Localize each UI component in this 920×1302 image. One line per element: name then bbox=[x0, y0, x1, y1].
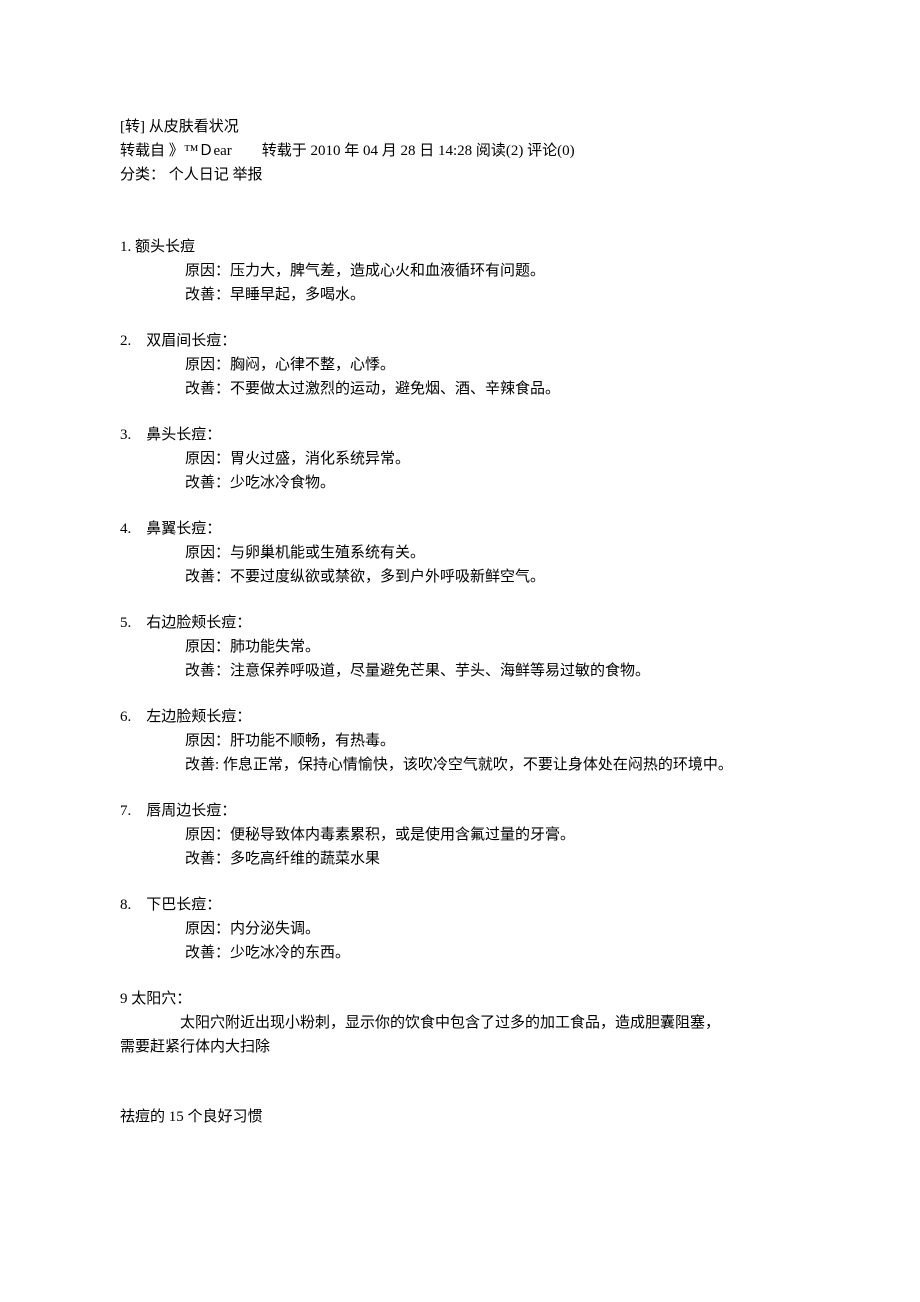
item-title: 2. 双眉间长痘： bbox=[120, 329, 800, 353]
item-title: 9 太阳穴： bbox=[120, 987, 800, 1011]
item-reason: 原因：便秘导致体内毒素累积，或是使用含氟过量的牙膏。 bbox=[120, 823, 800, 847]
item-reason: 原因：内分泌失调。 bbox=[120, 917, 800, 941]
document-page: [转] 从皮肤看状况 转载自 》™Ｄear 转载于 2010 年 04 月 28… bbox=[0, 0, 920, 1302]
list-item: 4. 鼻翼长痘：原因：与卵巢机能或生殖系统有关。改善：不要过度纵欲或禁欲，多到户… bbox=[120, 517, 800, 589]
item-reason: 原因：胃火过盛，消化系统异常。 bbox=[120, 447, 800, 471]
item-title: 6. 左边脸颊长痘： bbox=[120, 705, 800, 729]
item-improve: 改善: 作息正常，保持心情愉快，该吹冷空气就吹，不要让身体处在闷热的环境中。 bbox=[120, 753, 800, 777]
item-reason: 原因：与卵巢机能或生殖系统有关。 bbox=[120, 541, 800, 565]
list-item: 8. 下巴长痘：原因：内分泌失调。改善：少吃冰冷的东西。 bbox=[120, 893, 800, 965]
item-improve: 改善：多吃高纤维的蔬菜水果 bbox=[120, 847, 800, 871]
item-improve: 改善：少吃冰冷的东西。 bbox=[120, 941, 800, 965]
item-reason: 原因：压力大，脾气差，造成心火和血液循环有问题。 bbox=[120, 259, 800, 283]
spacer bbox=[120, 187, 800, 211]
item-line: 太阳穴附近出现小粉刺，显示你的饮食中包含了过多的加工食品，造成胆囊阻塞， bbox=[120, 1011, 800, 1035]
list-item: 7. 唇周边长痘：原因：便秘导致体内毒素累积，或是使用含氟过量的牙膏。改善：多吃… bbox=[120, 799, 800, 871]
item-improve: 改善：少吃冰冷食物。 bbox=[120, 471, 800, 495]
item-reason: 原因：肺功能失常。 bbox=[120, 635, 800, 659]
item-line: 需要赶紧行体内大扫除 bbox=[120, 1035, 800, 1059]
section-heading: 祛痘的 15 个良好习惯 bbox=[120, 1105, 800, 1129]
item-improve: 改善：不要做太过激烈的运动，避免烟、酒、辛辣食品。 bbox=[120, 377, 800, 401]
item-title: 4. 鼻翼长痘： bbox=[120, 517, 800, 541]
items-list: 1. 额头长痘原因：压力大，脾气差，造成心火和血液循环有问题。改善：早睡早起，多… bbox=[120, 235, 800, 965]
item-improve: 改善：不要过度纵欲或禁欲，多到户外呼吸新鲜空气。 bbox=[120, 565, 800, 589]
list-item: 3. 鼻头长痘：原因：胃火过盛，消化系统异常。改善：少吃冰冷食物。 bbox=[120, 423, 800, 495]
list-item: 2. 双眉间长痘：原因：胸闷，心律不整，心悸。改善：不要做太过激烈的运动，避免烟… bbox=[120, 329, 800, 401]
item-improve: 改善：注意保养呼吸道，尽量避免芒果、芋头、海鲜等易过敏的食物。 bbox=[120, 659, 800, 683]
item-improve: 改善：早睡早起，多喝水。 bbox=[120, 283, 800, 307]
item-title: 1. 额头长痘 bbox=[120, 235, 800, 259]
item-title: 5. 右边脸颊长痘： bbox=[120, 611, 800, 635]
spacer bbox=[120, 1081, 800, 1105]
item-title: 3. 鼻头长痘： bbox=[120, 423, 800, 447]
item-reason: 原因：肝功能不顺畅，有热毒。 bbox=[120, 729, 800, 753]
list-item: 5. 右边脸颊长痘：原因：肺功能失常。改善：注意保养呼吸道，尽量避免芒果、芋头、… bbox=[120, 611, 800, 683]
item-title: 7. 唇周边长痘： bbox=[120, 799, 800, 823]
post-category-line: 分类： 个人日记 举报 bbox=[120, 163, 800, 187]
post-title: [转] 从皮肤看状况 bbox=[120, 115, 800, 139]
list-item: 6. 左边脸颊长痘：原因：肝功能不顺畅，有热毒。改善: 作息正常，保持心情愉快，… bbox=[120, 705, 800, 777]
list-item: 1. 额头长痘原因：压力大，脾气差，造成心火和血液循环有问题。改善：早睡早起，多… bbox=[120, 235, 800, 307]
spacer bbox=[120, 211, 800, 235]
post-source-line: 转载自 》™Ｄear 转载于 2010 年 04 月 28 日 14:28 阅读… bbox=[120, 139, 800, 163]
item-title: 8. 下巴长痘： bbox=[120, 893, 800, 917]
item-reason: 原因：胸闷，心律不整，心悸。 bbox=[120, 353, 800, 377]
item-9: 9 太阳穴： 太阳穴附近出现小粉刺，显示你的饮食中包含了过多的加工食品，造成胆囊… bbox=[120, 987, 800, 1059]
